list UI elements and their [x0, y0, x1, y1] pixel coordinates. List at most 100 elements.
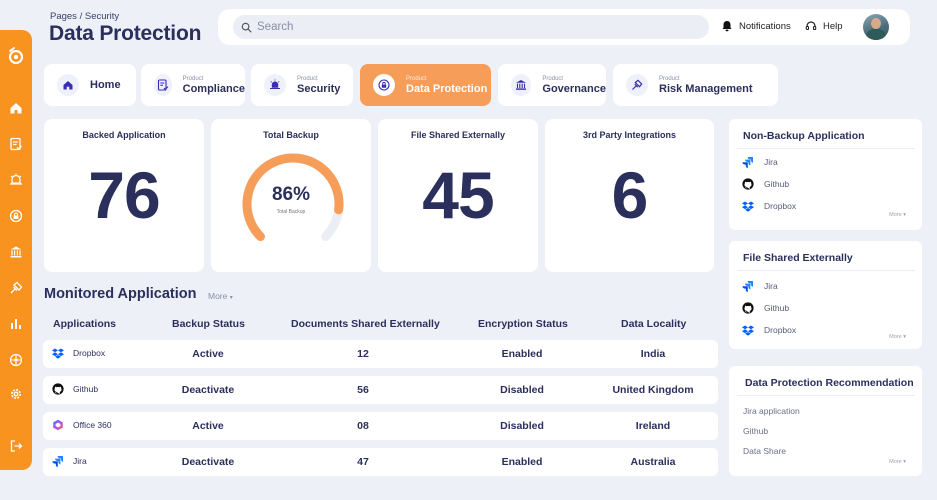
divider	[737, 270, 915, 271]
panel-title: Non-Backup Application	[743, 130, 865, 142]
security-icon	[264, 74, 286, 96]
recommendation-item[interactable]: Jira application	[743, 406, 800, 416]
logo-icon[interactable]	[4, 44, 28, 68]
list-item[interactable]: Github	[742, 178, 789, 190]
more-dropdown[interactable]: More ▾	[208, 291, 233, 301]
app-name: Office 360	[73, 420, 112, 430]
logout-icon[interactable]	[6, 436, 26, 456]
help-button[interactable]: Help	[805, 20, 843, 32]
data-locality: Australia	[630, 456, 676, 468]
home-icon	[57, 74, 79, 96]
tab-sub: Product	[659, 75, 680, 82]
compliance-icon[interactable]	[6, 134, 26, 154]
tab-sub: Product	[406, 75, 427, 82]
backup-status: Active	[192, 420, 224, 432]
table-row[interactable]: Office 360 Active 08 Disabled Ireland	[43, 412, 718, 440]
tab-label: Governance	[542, 82, 606, 95]
list-item[interactable]: Jira	[742, 280, 778, 292]
search-box[interactable]	[233, 15, 709, 39]
more-label: More	[208, 291, 228, 301]
panel-title: Data Protection Recommendation	[745, 377, 914, 389]
more-link[interactable]: More ▾	[889, 212, 906, 218]
stat-value: 6	[611, 158, 649, 232]
avatar[interactable]	[863, 14, 889, 40]
governance-icon[interactable]	[6, 242, 26, 262]
lock-icon	[373, 74, 395, 96]
divider	[737, 148, 915, 149]
backup-status: Active	[192, 348, 224, 360]
search-input[interactable]	[257, 21, 697, 33]
table-row[interactable]: Dropbox Active 12 Enabled India	[43, 340, 718, 368]
app-name: Github	[73, 384, 99, 394]
docs-shared: 12	[357, 348, 369, 360]
page-title: Data Protection	[49, 22, 202, 45]
tab-home[interactable]: Home	[44, 64, 136, 106]
tab-label: Security	[297, 82, 341, 95]
data-protection-icon[interactable]	[6, 206, 26, 226]
recommendation-item[interactable]: Github	[743, 426, 768, 436]
list-item[interactable]: Dropbox	[742, 324, 796, 336]
notifications-button[interactable]: Notifications	[721, 20, 791, 32]
compliance-icon	[154, 74, 172, 96]
office-365-icon	[53, 419, 63, 431]
github-icon	[742, 302, 754, 314]
tab-sub: Product	[182, 75, 204, 82]
app-name: Jira	[73, 456, 87, 466]
risk-icon	[626, 74, 648, 96]
item-label: Dropbox	[764, 201, 797, 211]
list-item[interactable]: Dropbox	[742, 200, 796, 212]
app-cell: Dropbox	[52, 347, 105, 359]
encryption-status: Disabled	[500, 384, 544, 396]
encryption-status: Enabled	[501, 456, 543, 468]
top-bar: Notifications Help	[218, 9, 910, 45]
breadcrumb[interactable]: Pages / Security	[50, 11, 119, 22]
dropbox-icon	[742, 325, 754, 336]
stat-card-backed-application: Backed Application 76	[44, 119, 204, 272]
stat-title: Backed Application	[82, 130, 166, 140]
table-row[interactable]: Github Deactivate 56 Disabled United Kin…	[43, 376, 718, 404]
tab-sub: Product	[297, 75, 318, 82]
more-label: More	[889, 334, 902, 340]
tab-label: Risk Management	[659, 82, 753, 95]
home-icon[interactable]	[6, 98, 26, 118]
search-icon	[241, 22, 252, 32]
tab-label: Data Protection	[406, 82, 488, 95]
stat-title: 3rd Party Integrations	[582, 130, 677, 140]
more-link[interactable]: More ▾	[889, 459, 906, 465]
app-cell: Office 360	[52, 419, 112, 431]
dropbox-icon	[52, 348, 64, 359]
security-icon[interactable]	[6, 170, 26, 190]
github-icon	[742, 178, 754, 190]
tab-security[interactable]: Product Security	[251, 64, 353, 106]
analytics-icon[interactable]	[6, 314, 26, 334]
column-header: Applications	[53, 318, 117, 330]
settings-icon[interactable]	[6, 384, 26, 404]
backup-status: Deactivate	[181, 456, 235, 468]
chevron-down-icon: ▾	[903, 459, 906, 465]
stat-card-total-backup: Total Backup 86% Total Backup	[211, 119, 371, 272]
integrations-icon[interactable]	[6, 350, 26, 370]
item-label: Jira	[764, 157, 778, 167]
recommendation-item[interactable]: Data Share	[743, 446, 786, 456]
app-window: Pages / Security Data Protection Notific…	[0, 0, 937, 500]
list-item[interactable]: Jira	[742, 156, 778, 168]
item-label: Jira	[764, 281, 778, 291]
tab-governance[interactable]: Product Governance	[498, 64, 606, 106]
jira-icon	[52, 456, 63, 467]
stat-title: Total Backup	[263, 130, 319, 140]
stat-value: 76	[88, 158, 160, 232]
table-row[interactable]: Jira Deactivate 47 Enabled Australia	[43, 448, 718, 476]
more-link[interactable]: More ▾	[889, 334, 906, 340]
list-item[interactable]: Github	[742, 302, 789, 314]
app-cell: Jira	[52, 455, 87, 467]
tab-data-protection[interactable]: Product Data Protection	[360, 64, 491, 106]
docs-shared: 47	[357, 456, 369, 468]
column-header: Documents Shared Externally	[291, 318, 440, 330]
tab-compliance[interactable]: Product Compliance	[141, 64, 245, 106]
risk-icon[interactable]	[6, 278, 26, 298]
panel-non-backup-application: Non-Backup Application Jira Github Dropb…	[729, 119, 922, 230]
tab-risk-management[interactable]: Product Risk Management	[613, 64, 778, 106]
encryption-status: Disabled	[500, 420, 544, 432]
stat-value: 45	[422, 158, 494, 232]
data-locality: India	[640, 348, 666, 360]
